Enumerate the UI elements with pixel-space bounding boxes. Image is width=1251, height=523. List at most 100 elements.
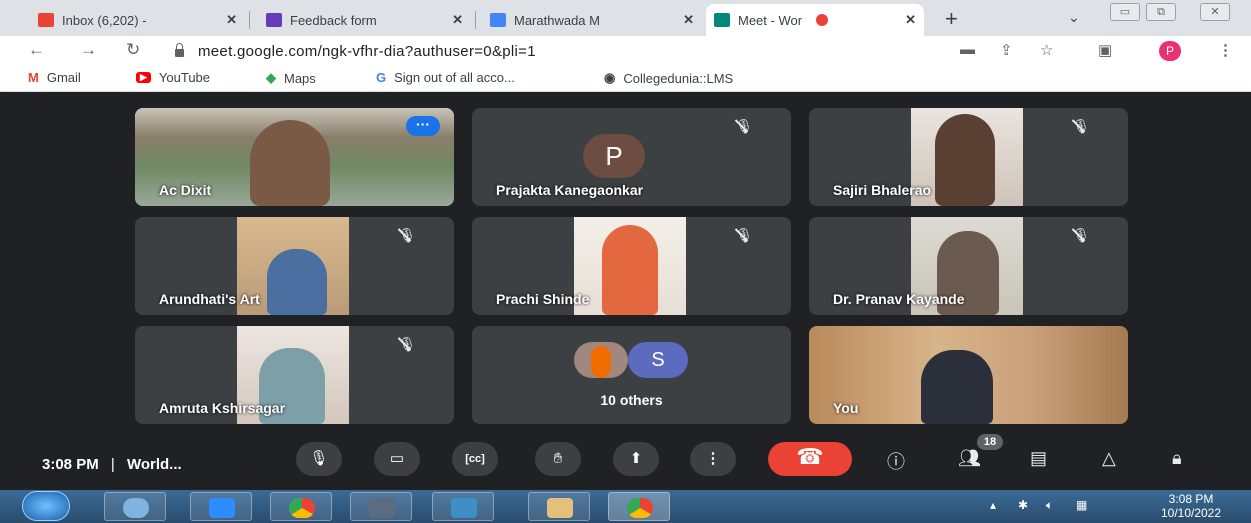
participant-name: Ac Dixit: [159, 182, 212, 198]
zoom-icon: [209, 498, 235, 518]
address-bar[interactable]: meet.google.com/ngk-vfhr-dia?authuser=0&…: [175, 39, 935, 63]
taskbar-app-chrome-profile[interactable]: [608, 492, 670, 521]
network-icon[interactable]: ▦: [1076, 498, 1087, 512]
participant-name: Arundhati's Art: [159, 291, 260, 307]
participant-tile[interactable]: ··· Ac Dixit: [135, 108, 454, 206]
person-silhouette: [935, 114, 995, 206]
taskbar-app-chrome[interactable]: [270, 492, 332, 521]
bookmark-label: Gmail: [46, 70, 81, 85]
host-controls-icon[interactable]: 🔒︎: [1172, 448, 1182, 469]
info-icon[interactable]: ⓘ: [887, 448, 905, 474]
globe-icon: ◉: [604, 70, 616, 85]
leave-call-button[interactable]: ☎: [768, 442, 852, 476]
gmail-icon: M: [28, 70, 39, 85]
forms-icon: [266, 13, 282, 27]
bookmark-youtube[interactable]: ▶ YouTube: [136, 70, 210, 85]
captions-icon: [cc]: [465, 453, 485, 465]
tab-marathwada[interactable]: Marathwada M ✕: [482, 4, 702, 36]
tab-feedback-form[interactable]: Feedback form ✕: [258, 4, 471, 36]
meeting-name: World...: [126, 456, 182, 473]
captions-button[interactable]: [cc]: [452, 442, 498, 476]
tab-title: Inbox (6,202) -: [62, 12, 147, 28]
show-hidden-icons[interactable]: ▴: [990, 498, 996, 512]
microphone-button[interactable]: 🎙︎: [296, 442, 342, 476]
end-call-icon: ☎: [796, 444, 824, 469]
windows-taskbar: ▴ ✱ 🔈︎ ▦: [0, 490, 1251, 523]
taskbar-app-paint[interactable]: [528, 492, 590, 521]
meeting-time: 3:08 PM: [42, 456, 99, 473]
person-silhouette: [591, 346, 611, 378]
recording-icon: [816, 14, 829, 26]
tab-meet[interactable]: Meet - Wor ✕: [706, 4, 924, 36]
raise-hand-button[interactable]: ✋︎: [535, 442, 581, 476]
activities-icon[interactable]: △: [1102, 448, 1116, 469]
people-icon[interactable]: 👥︎: [958, 448, 981, 469]
side-panel-icon[interactable]: ▣: [1098, 41, 1112, 59]
avatar: [574, 342, 628, 378]
chrome-icon: [289, 498, 315, 518]
close-icon[interactable]: ✕: [226, 12, 237, 28]
clock-date: 10/10/2022: [1160, 506, 1222, 520]
participant-tile[interactable]: 🎙︎ Dr. Pranav Kayande: [809, 217, 1128, 315]
taskbar-clock[interactable]: 3:08 PM 10/10/2022: [1141, 492, 1241, 520]
taskbar-app-snipping[interactable]: [432, 492, 494, 521]
close-icon[interactable]: ✕: [452, 12, 463, 28]
taskbar-app-zoom[interactable]: [190, 492, 252, 521]
more-options-button[interactable]: ⋮: [690, 442, 736, 476]
mic-off-icon: 🎙︎: [1072, 118, 1090, 134]
participant-tile[interactable]: 🎙︎ Arundhati's Art: [135, 217, 454, 315]
separator: |: [110, 456, 115, 473]
participant-tile[interactable]: P 🎙︎ Prajakta Kanegaonkar: [472, 108, 791, 206]
tab-search-icon[interactable]: ⌄: [1068, 9, 1080, 26]
person-silhouette: [602, 225, 658, 315]
browser-menu-icon[interactable]: ⋮: [1218, 41, 1233, 59]
meet-icon: [714, 13, 730, 27]
bluetooth-icon[interactable]: ✱: [1018, 498, 1028, 512]
self-view-tile[interactable]: You: [809, 326, 1128, 424]
participant-name: Amruta Kshirsagar: [159, 400, 286, 416]
others-tile[interactable]: S 10 others: [472, 326, 791, 424]
window-close-button[interactable]: ✕: [1200, 3, 1230, 21]
more-vert-icon: ⋮: [705, 450, 721, 467]
bookmark-label: YouTube: [158, 70, 211, 85]
back-arrow-icon[interactable]: ←: [28, 40, 45, 60]
start-button[interactable]: [22, 491, 70, 521]
participant-tile[interactable]: 🎙︎ Sajiri Bhalerao: [809, 108, 1128, 206]
microphone-icon: 🎙︎: [309, 450, 329, 467]
bookmark-maps[interactable]: ◆ Maps: [266, 70, 316, 86]
screen: Inbox (6,202) - ✕ Feedback form ✕ Marath…: [0, 0, 1251, 523]
bookmark-collegedunia[interactable]: ◉ Collegedunia::LMS: [604, 70, 733, 86]
bookmark-label: Maps: [284, 70, 316, 86]
present-button[interactable]: ⬆: [613, 442, 659, 476]
chat-icon[interactable]: ▤: [1030, 448, 1047, 469]
camera-icon: ▭: [389, 450, 405, 467]
bookmark-star-icon[interactable]: ☆: [1040, 41, 1053, 59]
close-icon[interactable]: ✕: [683, 12, 694, 28]
camera-button[interactable]: ▭: [374, 442, 420, 476]
meeting-details: 3:08 PM | World...: [42, 456, 182, 473]
close-icon[interactable]: ✕: [905, 12, 916, 28]
more-options-icon[interactable]: ···: [406, 116, 440, 136]
tab-gmail[interactable]: Inbox (6,202) - ✕: [30, 4, 245, 36]
others-count: 10 others: [600, 392, 663, 408]
person-silhouette: [250, 120, 330, 206]
taskbar-app-scanner[interactable]: [350, 492, 412, 521]
profile-avatar[interactable]: P: [1159, 41, 1181, 61]
reload-icon[interactable]: ↻: [126, 40, 140, 60]
participant-tile[interactable]: 🎙︎ Amruta Kshirsagar: [135, 326, 454, 424]
bookmark-sign-out[interactable]: G Sign out of all acco...: [376, 70, 515, 85]
remote-desktop-icon: [123, 498, 149, 518]
minimize-button[interactable]: ▭: [1110, 3, 1140, 21]
bookmark-gmail[interactable]: M Gmail: [28, 70, 81, 85]
gmail-icon: [38, 13, 54, 27]
browser-tab-strip: Inbox (6,202) - ✕ Feedback form ✕ Marath…: [0, 0, 1251, 36]
share-icon[interactable]: ⇪: [1000, 41, 1013, 59]
camera-in-use-icon[interactable]: ▬: [960, 41, 975, 58]
participant-tile[interactable]: 🎙︎ Prachi Shinde: [472, 217, 791, 315]
forward-arrow-icon[interactable]: →: [80, 40, 97, 60]
new-tab-button[interactable]: +: [945, 6, 958, 32]
volume-icon[interactable]: 🔈︎: [1046, 498, 1053, 513]
taskbar-app-remote-desktop[interactable]: [104, 492, 166, 521]
clock-time: 3:08 PM: [1168, 492, 1214, 506]
restore-button[interactable]: ⧉: [1146, 3, 1176, 21]
